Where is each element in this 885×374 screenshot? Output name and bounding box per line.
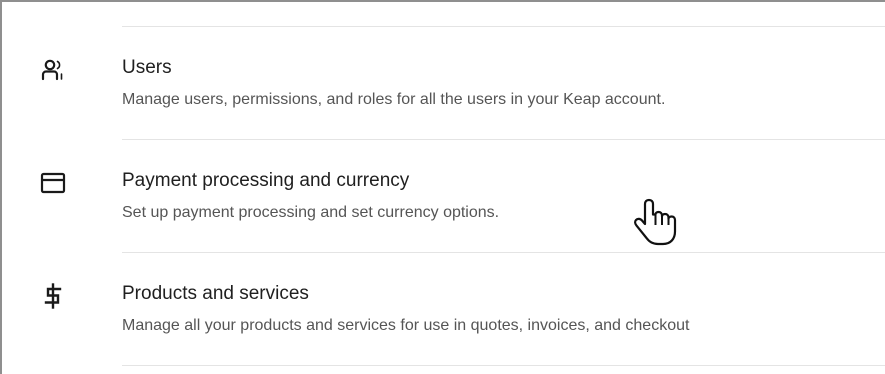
settings-item-description: Set up payment processing and set curren… xyxy=(122,204,500,221)
settings-item-products-services[interactable]: Products and services Manage all your pr… xyxy=(2,253,885,365)
users-icon xyxy=(40,57,66,83)
settings-item-description: Manage users, permissions, and roles for… xyxy=(122,91,666,108)
settings-panel: Users Manage users, permissions, and rol… xyxy=(0,0,885,374)
settings-item-users[interactable]: Users Manage users, permissions, and rol… xyxy=(2,27,885,139)
settings-item-title: Products and services xyxy=(122,283,309,304)
divider xyxy=(122,365,885,366)
settings-item-title: Users xyxy=(122,57,172,78)
settings-item-title: Payment processing and currency xyxy=(122,170,410,191)
card-icon xyxy=(40,170,66,196)
settings-item-payment-processing[interactable]: Payment processing and currency Set up p… xyxy=(2,140,885,252)
dollar-icon xyxy=(40,283,66,309)
settings-item-description: Manage all your products and services fo… xyxy=(122,317,690,334)
